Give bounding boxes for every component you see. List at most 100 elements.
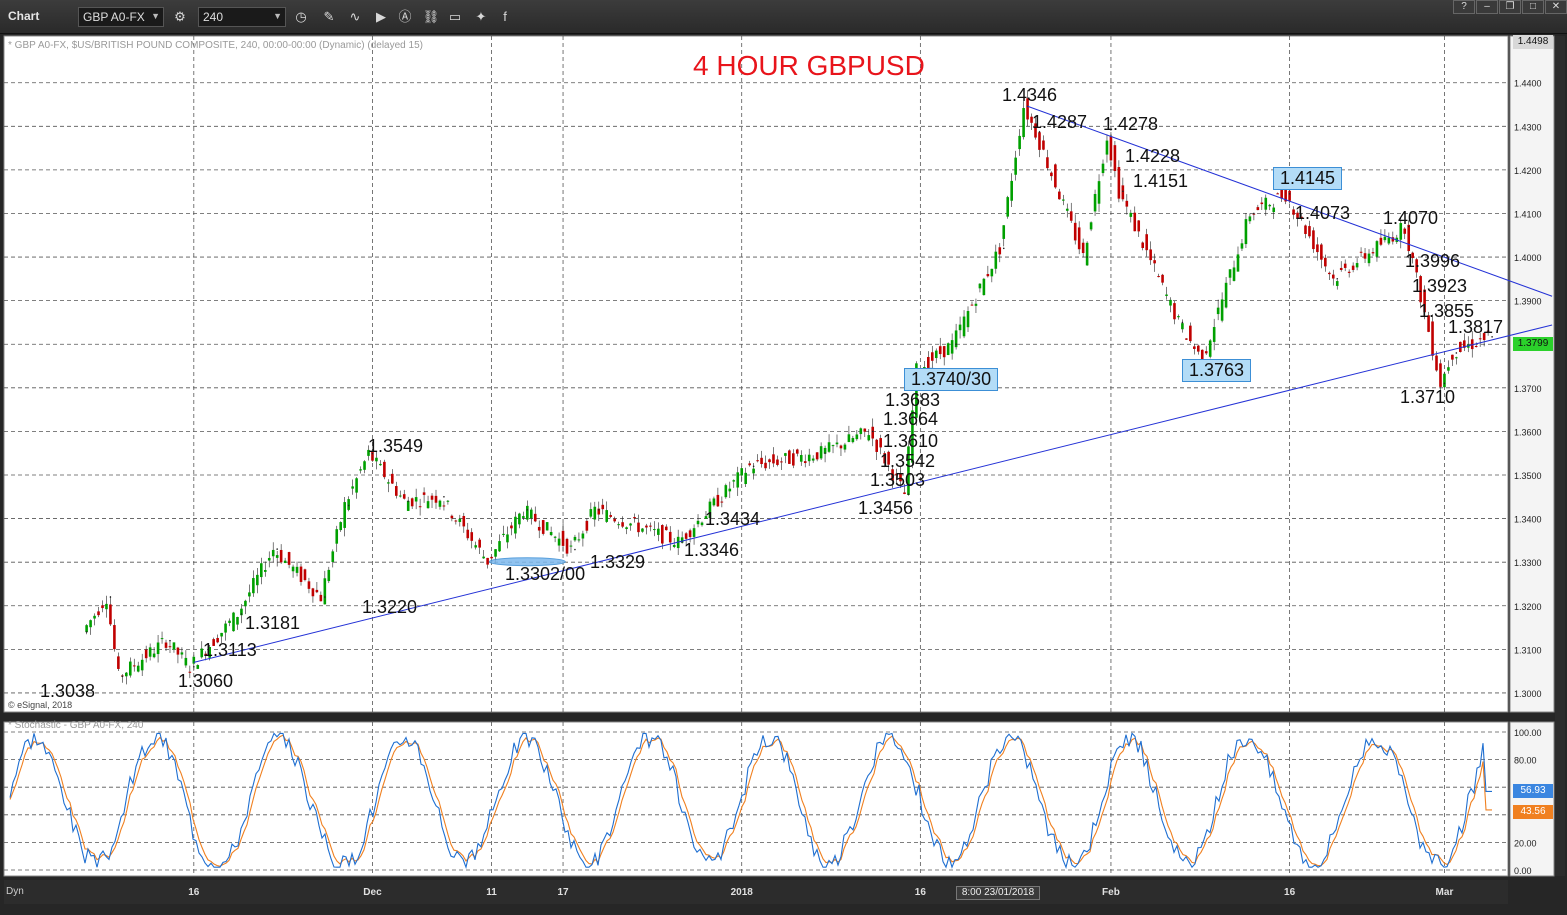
candle-body	[668, 531, 672, 543]
candle-body	[125, 672, 128, 677]
candle-body	[851, 438, 855, 443]
candle-body	[736, 472, 740, 488]
price-point	[443, 495, 445, 498]
pencil-icon[interactable]: ✎	[320, 8, 338, 26]
candle-body	[1308, 226, 1311, 237]
candle-body	[839, 445, 843, 449]
candle-body	[510, 525, 513, 529]
link-icon[interactable]: ⛓	[422, 8, 440, 26]
facebook-icon[interactable]: f	[496, 8, 514, 26]
candle-body	[128, 661, 132, 676]
price-point	[347, 504, 350, 507]
candle-body	[1371, 252, 1375, 254]
candle-body	[978, 283, 982, 289]
maximize-button[interactable]: □	[1522, 0, 1544, 14]
candle-body	[1097, 181, 1101, 204]
candle-body	[799, 455, 803, 462]
price-label: 1.3329	[590, 552, 646, 572]
price-label: 1.4070	[1383, 208, 1439, 228]
candle-body	[168, 646, 172, 648]
help-button[interactable]: ?	[1453, 0, 1475, 14]
candle-body	[1006, 197, 1010, 217]
candle-body	[343, 502, 346, 528]
settings-icon[interactable]: ⚙	[171, 8, 189, 26]
candle-body	[1316, 244, 1319, 253]
price-label: 1.4287	[1032, 112, 1088, 132]
candle-body	[645, 525, 648, 528]
price-point	[1336, 278, 1339, 280]
candle-body	[1240, 243, 1244, 249]
candle-body	[1355, 263, 1359, 268]
candle-body	[1443, 373, 1446, 388]
candle-body	[1367, 253, 1371, 264]
candle-body	[561, 530, 565, 546]
twitter-icon[interactable]: ✦	[472, 8, 490, 26]
candle-body	[156, 642, 160, 655]
candle-body	[518, 513, 521, 525]
minimize-button[interactable]: –	[1476, 0, 1498, 14]
clock-icon[interactable]: ◷	[292, 8, 310, 26]
candle-body	[764, 462, 767, 469]
comment-icon[interactable]: ▭	[446, 8, 464, 26]
candle-body	[1113, 145, 1117, 171]
candle-body	[1002, 225, 1006, 239]
candle-body	[1181, 323, 1184, 330]
candle-body	[792, 453, 795, 466]
price-tick-label: 1.4100	[1514, 209, 1542, 219]
candle-body	[692, 528, 696, 537]
candle-body	[609, 515, 612, 517]
restore-button[interactable]: ❐	[1499, 0, 1521, 14]
interval-input[interactable]: 240 ▼	[198, 7, 286, 27]
candle-body	[252, 578, 255, 594]
chevron-down-icon[interactable]: ▼	[151, 11, 160, 21]
candle-body	[942, 346, 946, 358]
alert-icon[interactable]: Ⓐ	[396, 8, 414, 26]
candle-body	[1054, 164, 1057, 188]
candle-body	[160, 638, 164, 640]
candle-body	[657, 528, 660, 535]
stoch-d-tag: 43.56	[1513, 805, 1553, 819]
candle-body	[387, 482, 390, 484]
line-tool-icon[interactable]: ∿	[346, 8, 364, 26]
close-button[interactable]: ✕	[1545, 0, 1567, 14]
candle-body	[442, 505, 446, 507]
price-label: 1.3710	[1400, 387, 1456, 407]
candle-body	[549, 531, 553, 536]
candle-body	[1101, 163, 1105, 174]
candle-body	[355, 478, 358, 493]
candle-body	[529, 509, 533, 519]
candle-body	[601, 504, 605, 510]
symbol-input[interactable]: GBP A0-FX 15 ▼	[78, 7, 226, 27]
candle-body	[502, 533, 505, 536]
candle-body	[1324, 257, 1327, 267]
candle-body	[553, 536, 557, 538]
price-tick-label: 1.3200	[1514, 602, 1542, 612]
play-icon[interactable]: ▶	[372, 8, 390, 26]
candle-body	[466, 529, 470, 539]
price-label: 1.3610	[883, 431, 939, 451]
chevron-down-icon[interactable]: ▼	[273, 11, 282, 21]
candle-body	[1228, 269, 1232, 278]
candle-body	[1149, 249, 1152, 261]
candle-body	[1065, 208, 1069, 211]
candle-body	[446, 500, 450, 502]
candle-body	[1212, 327, 1216, 342]
candle-body	[1439, 363, 1442, 387]
candle-body	[982, 278, 986, 296]
price-label: 1.4228	[1125, 146, 1181, 166]
boxed-price-label: 1.4145	[1273, 167, 1343, 190]
price-point	[109, 596, 112, 598]
candle-body	[1050, 172, 1053, 177]
dynamic-indicator[interactable]: Dyn	[6, 886, 24, 897]
candle-body	[958, 324, 962, 331]
candle-body	[1169, 299, 1172, 306]
candle-body	[533, 513, 537, 522]
candle-body	[1165, 294, 1168, 296]
candle-body	[1018, 135, 1021, 150]
candle-body	[994, 251, 998, 269]
price-point	[1181, 321, 1184, 324]
price-label: 1.4346	[1002, 85, 1058, 105]
candle-body	[903, 492, 906, 495]
candle-body	[625, 527, 628, 530]
price-point	[824, 452, 826, 454]
